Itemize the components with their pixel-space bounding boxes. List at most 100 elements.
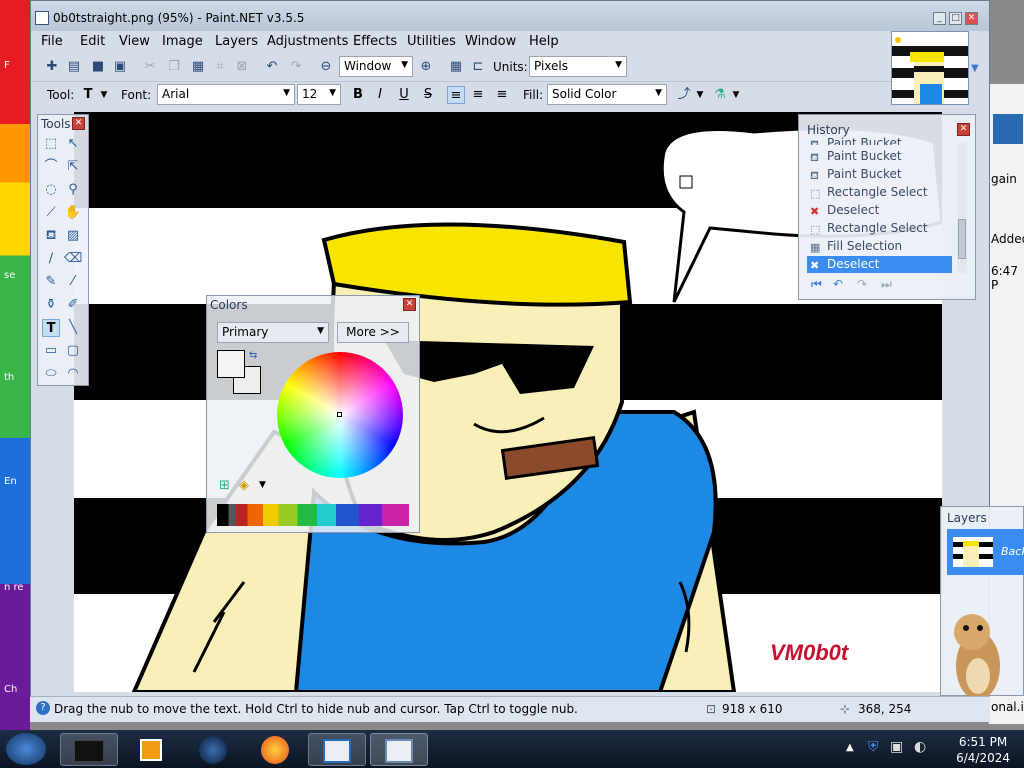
print-icon[interactable]: ▣ xyxy=(111,58,129,76)
chevron-down-icon[interactable]: ▼ xyxy=(727,86,745,104)
text-tool-button[interactable]: T xyxy=(42,319,60,337)
rectangle-select-icon[interactable]: ⬚ xyxy=(42,135,60,153)
rewind-icon[interactable]: ⏮ xyxy=(811,277,822,292)
chevron-down-icon[interactable]: ▼ xyxy=(691,86,709,104)
history-item[interactable]: ⛾ Paint Bucket xyxy=(807,135,952,145)
zoom-out-icon[interactable]: ⊖ xyxy=(317,58,335,76)
tools-close-button[interactable]: ✕ xyxy=(72,117,85,130)
align-center-icon[interactable]: ≡ xyxy=(469,86,487,104)
move-selection-icon[interactable]: ↖ xyxy=(64,135,82,153)
volume-icon[interactable]: ◐ xyxy=(914,739,926,755)
line-curve-icon[interactable]: ╲ xyxy=(64,319,82,337)
strikethrough-button[interactable]: S xyxy=(419,86,437,104)
chevron-down-icon[interactable]: ▼ xyxy=(95,86,113,104)
menu-layers[interactable]: Layers xyxy=(215,34,258,49)
rulers-icon[interactable]: ⊏ xyxy=(469,58,487,76)
units-combo[interactable]: Pixels ▼ xyxy=(529,56,627,77)
palette-icon[interactable]: ◈ xyxy=(239,478,249,493)
chevron-down-icon[interactable]: ▼ xyxy=(971,63,979,74)
fast-forward-icon[interactable]: ⏭ xyxy=(881,277,892,292)
recolor-icon[interactable]: ✐ xyxy=(64,296,82,314)
history-close-button[interactable]: ✕ xyxy=(957,123,970,136)
color-wheel-cursor[interactable] xyxy=(337,412,342,417)
move-selected-icon[interactable]: ⇱ xyxy=(64,158,82,176)
font-combo[interactable]: Arial ▼ xyxy=(157,84,295,105)
history-item[interactable]: ✖ Deselect xyxy=(807,202,952,219)
new-file-icon[interactable]: ✚ xyxy=(43,58,61,76)
font-size-combo[interactable]: 12 ▼ xyxy=(297,84,341,105)
eraser-icon[interactable]: ⌫ xyxy=(64,250,82,268)
color-picker-icon[interactable]: ⁄ xyxy=(64,273,82,291)
taskbar-clock[interactable]: 6:51 PM 6/4/2024 xyxy=(956,734,1010,766)
title-bar[interactable]: 0b0tstraight.png (95%) - Paint.NET v3.5.… xyxy=(31,1,989,31)
zoom-icon[interactable]: ⚲ xyxy=(64,181,82,199)
undo-icon[interactable]: ↶ xyxy=(263,58,281,76)
align-right-icon[interactable]: ≡ xyxy=(493,86,511,104)
taskbar-app-globe[interactable] xyxy=(184,733,242,766)
maximize-button[interactable]: □ xyxy=(949,12,962,25)
chevron-down-icon[interactable]: ▼ xyxy=(259,480,266,490)
pan-icon[interactable]: ✋ xyxy=(64,204,82,222)
history-item[interactable]: ⛾ Paint Bucket xyxy=(807,148,952,165)
magic-wand-icon[interactable]: ⟋ xyxy=(42,204,60,222)
paste-icon[interactable]: ▦ xyxy=(189,58,207,76)
history-item[interactable]: ▦ Fill Selection xyxy=(807,238,952,255)
tray-expand-icon[interactable]: ▲ xyxy=(846,742,854,753)
freeform-shape-icon[interactable]: ◠ xyxy=(64,365,82,383)
bold-button[interactable]: B xyxy=(349,86,367,104)
zoom-in-icon[interactable]: ⊕ xyxy=(417,58,435,76)
add-color-icon[interactable]: ⊞ xyxy=(219,478,230,493)
minimize-button[interactable]: _ xyxy=(933,12,946,25)
network-icon[interactable]: ▣ xyxy=(890,739,903,755)
history-scrollbar-thumb[interactable] xyxy=(958,219,966,259)
taskbar-app-firefox[interactable] xyxy=(246,733,304,766)
redo-icon[interactable]: ↷ xyxy=(857,277,867,291)
colors-close-button[interactable]: ✕ xyxy=(403,298,416,311)
copy-icon[interactable]: ❐ xyxy=(165,58,183,76)
rectangle-icon[interactable]: ▭ xyxy=(42,342,60,360)
menu-edit[interactable]: Edit xyxy=(80,34,105,49)
menu-file[interactable]: File xyxy=(41,34,63,49)
align-left-icon[interactable]: ≡ xyxy=(447,86,465,104)
cut-icon[interactable]: ✂ xyxy=(141,58,159,76)
redo-icon[interactable]: ↷ xyxy=(287,58,305,76)
taskbar-app-terminal[interactable] xyxy=(60,733,118,766)
menu-adjustments[interactable]: Adjustments xyxy=(267,34,348,49)
menu-window[interactable]: Window xyxy=(465,34,516,49)
rounded-rectangle-icon[interactable]: ▢ xyxy=(64,342,82,360)
more-button[interactable]: More >> xyxy=(337,322,409,343)
menu-utilities[interactable]: Utilities xyxy=(407,34,456,49)
lasso-select-icon[interactable]: ⌒ xyxy=(42,158,60,176)
menu-effects[interactable]: Effects xyxy=(353,34,397,49)
pencil-icon[interactable]: ✎ xyxy=(42,273,60,291)
fill-combo[interactable]: Solid Color ▼ xyxy=(547,84,667,105)
shield-icon[interactable]: ⛨ xyxy=(868,739,879,755)
hamster-desktop-pet[interactable] xyxy=(946,606,1006,702)
italic-button[interactable]: I xyxy=(371,86,389,104)
paint-bucket-icon[interactable]: ⛾ xyxy=(42,227,60,245)
deselect-icon[interactable]: ⊠ xyxy=(233,58,251,76)
paintbrush-icon[interactable]: ∕ xyxy=(42,250,60,268)
history-scrollbar[interactable] xyxy=(957,143,967,273)
crop-icon[interactable]: ⌗ xyxy=(211,58,229,76)
menu-image[interactable]: Image xyxy=(162,34,203,49)
layer-row-selected[interactable]: Back xyxy=(947,529,1024,575)
ellipse-icon[interactable]: ⬭ xyxy=(42,365,60,383)
taskbar-app-media[interactable] xyxy=(122,733,180,766)
taskbar-app-explorer[interactable] xyxy=(308,733,366,766)
background-window-button[interactable] xyxy=(993,114,1023,144)
open-file-icon[interactable]: ▤ xyxy=(65,58,83,76)
underline-button[interactable]: U xyxy=(395,86,413,104)
start-button[interactable] xyxy=(6,733,46,765)
taskbar-app-paintnet[interactable] xyxy=(370,733,428,766)
image-thumbnail-tab[interactable] xyxy=(891,31,969,105)
undo-icon[interactable]: ↶ xyxy=(833,277,843,291)
history-item[interactable]: ⛾ Paint Bucket xyxy=(807,166,952,183)
color-palette-strip[interactable] xyxy=(217,504,409,526)
close-button[interactable]: ✕ xyxy=(965,12,978,25)
grid-icon[interactable]: ▦ xyxy=(447,58,465,76)
swap-colors-icon[interactable]: ⇆ xyxy=(249,350,257,361)
color-mode-combo[interactable]: Primary ▼ xyxy=(217,322,329,343)
primary-color-swatch[interactable] xyxy=(217,350,245,378)
menu-view[interactable]: View xyxy=(119,34,150,49)
